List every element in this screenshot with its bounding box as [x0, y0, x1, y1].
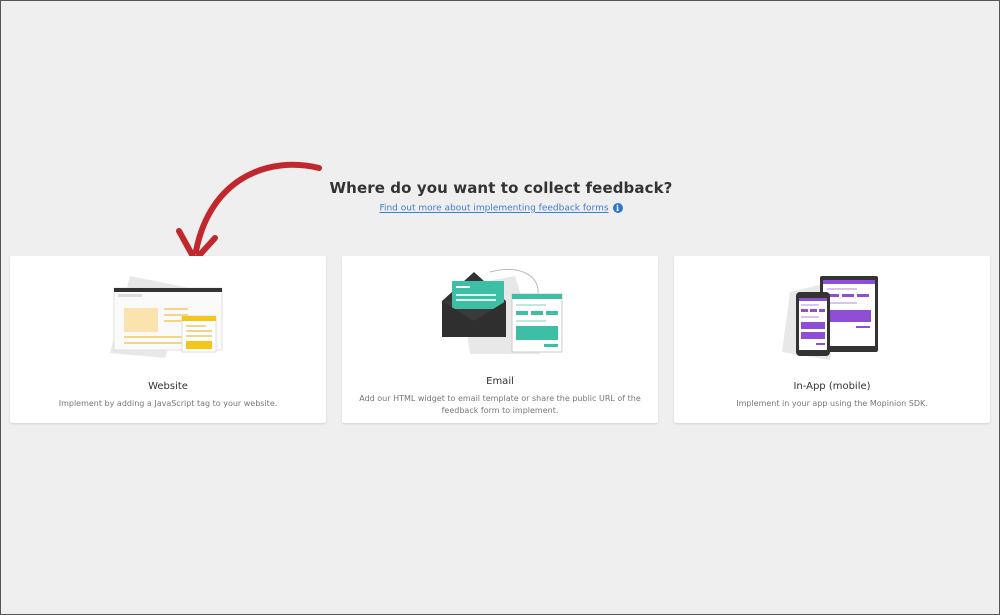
- card-title: Website: [148, 381, 188, 392]
- page-title: Where do you want to collect feedback?: [329, 179, 673, 197]
- email-illustration-icon: [442, 268, 563, 354]
- in-app-card[interactable]: In-App (mobile) Implement in your app us…: [674, 256, 990, 423]
- mobile-app-illustration-icon: [782, 276, 878, 360]
- card-description: Add our HTML widget to email template or…: [359, 394, 641, 415]
- card-description: Implement in your app using the Mopinion…: [736, 399, 928, 408]
- help-link[interactable]: Find out more about implementing feedbac…: [379, 204, 608, 214]
- card-title: In-App (mobile): [793, 381, 871, 392]
- card-title: Email: [486, 376, 514, 387]
- info-icon[interactable]: i: [612, 203, 623, 213]
- email-card[interactable]: Email Add our HTML widget to email templ…: [342, 256, 658, 423]
- website-illustration-icon: [110, 276, 223, 358]
- help-link-row: Find out more about implementing feedbac…: [1, 203, 1000, 214]
- website-card[interactable]: Website Implement by adding a JavaScript…: [10, 256, 326, 423]
- annotation-arrow: [176, 161, 322, 263]
- card-description: Implement by adding a JavaScript tag to …: [58, 399, 278, 408]
